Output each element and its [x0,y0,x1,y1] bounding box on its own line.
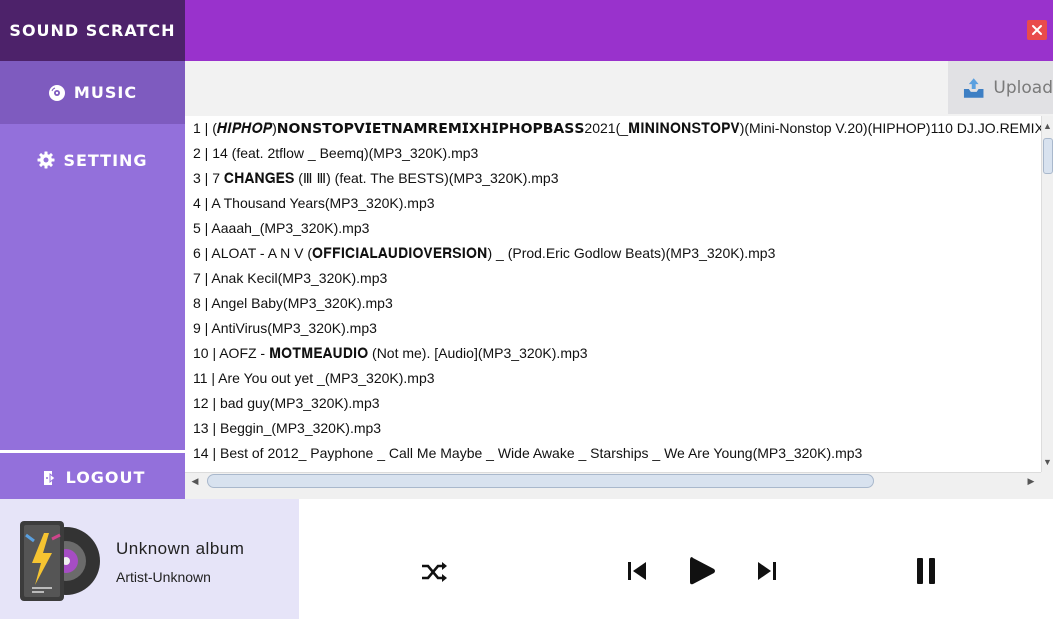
sidebar-item-label: MUSIC [73,83,138,102]
logout-button[interactable]: LOGOUT [0,450,185,502]
skip-forward-icon [758,562,776,580]
list-footer [185,490,1053,499]
song-list-item[interactable]: 5 | Aaaah_(MP3_320K).mp3 [185,216,1041,241]
pause-button[interactable] [910,555,942,587]
pause-icon [917,558,935,584]
close-icon [1032,25,1042,35]
play-icon [690,557,715,585]
logout-label: LOGOUT [65,468,146,487]
scroll-left-arrow-icon[interactable]: ◀ [188,474,202,488]
song-list-item[interactable]: 6 | ALOAT - A N V (𝐎𝐅𝐅𝐈𝐂𝐈𝐀𝐋𝐀𝐔𝐃𝐈𝐎𝐕𝐄𝐑𝐒𝐈𝐎𝐍)… [185,241,1041,266]
scroll-up-arrow-icon[interactable]: ▲ [1042,118,1053,134]
song-list-item[interactable]: 4 | A Thousand Years(MP3_320K).mp3 [185,191,1041,216]
upload-label: Upload [993,77,1053,98]
artist-name: Artist-Unknown [116,569,211,585]
close-button[interactable] [1027,20,1047,40]
song-list-item[interactable]: 1 | (𝑯𝑰𝑷𝑯𝑶𝑷)𝗡𝗢𝗡𝗦𝗧𝗢𝗣𝗩𝗜𝗘𝗧𝗡𝗔𝗠𝗥𝗘𝗠𝗜𝗫𝗛𝗜𝗣𝗛𝗢𝗣𝗕𝗔𝗦… [185,116,1041,141]
play-button[interactable] [682,551,722,591]
scroll-right-arrow-icon[interactable]: ▶ [1024,474,1038,488]
song-list-item[interactable]: 9 | AntiVirus(MP3_320K).mp3 [185,316,1041,341]
sidebar: MUSIC SETTING LOGOUT [0,61,185,499]
song-list-item[interactable]: 11 | Are You out yet _(MP3_320K).mp3 [185,366,1041,391]
disc-icon [48,84,65,101]
song-list-item[interactable]: 13 | Beggin_(MP3_320K).mp3 [185,416,1041,441]
vertical-scroll-thumb[interactable] [1043,138,1053,174]
skip-back-icon [628,562,646,580]
shuffle-button[interactable] [418,556,450,588]
song-list: 1 | (𝑯𝑰𝑷𝑯𝑶𝑷)𝗡𝗢𝗡𝗦𝗧𝗢𝗣𝗩𝗜𝗘𝗧𝗡𝗔𝗠𝗥𝗘𝗠𝗜𝗫𝗛𝗜𝗣𝗛𝗢𝗣𝗕𝗔𝗦… [185,116,1041,472]
song-list-item[interactable]: 10 | AOFZ - 𝐌𝐎𝐓𝐌𝐄𝐀𝐔𝐃𝐈𝐎 (Not me). [Audio]… [185,341,1041,366]
song-list-item[interactable]: 12 | bad guy(MP3_320K).mp3 [185,391,1041,416]
previous-button[interactable] [622,556,652,586]
song-list-item[interactable]: 8 | Angel Baby(MP3_320K).mp3 [185,291,1041,316]
horizontal-scroll-thumb[interactable] [207,474,874,488]
logout-icon [43,470,56,485]
upload-icon [963,77,984,98]
upload-button[interactable]: Upload [948,61,1053,114]
sidebar-item-setting[interactable]: SETTING [0,124,185,196]
sidebar-item-label: SETTING [63,150,148,170]
toolbar: Upload [185,61,1053,116]
song-list-item[interactable]: 7 | Anak Kecil(MP3_320K).mp3 [185,266,1041,291]
song-list-item[interactable]: 2 | 14 (feat. 2tflow _ Beemq)(MP3_320K).… [185,141,1041,166]
sidebar-item-music[interactable]: MUSIC [0,61,185,124]
album-art-icon [20,521,100,601]
scroll-down-arrow-icon[interactable]: ▼ [1042,454,1053,470]
next-button[interactable] [752,556,782,586]
app-title: SOUND SCRATCH [0,0,185,61]
song-list-item[interactable]: 3 | 7 𝐂𝐇𝐀𝐍𝐆𝐄𝐒 (Ⅲ Ⅲ) (feat. The BESTS)(MP… [185,166,1041,191]
album-title: Unknown album [116,539,245,558]
header-bar [185,0,1053,61]
shuffle-icon [422,562,447,582]
gear-icon [37,151,55,169]
song-list-item[interactable]: 14 | Best of 2012_ Payphone _ Call Me Ma… [185,441,1041,466]
